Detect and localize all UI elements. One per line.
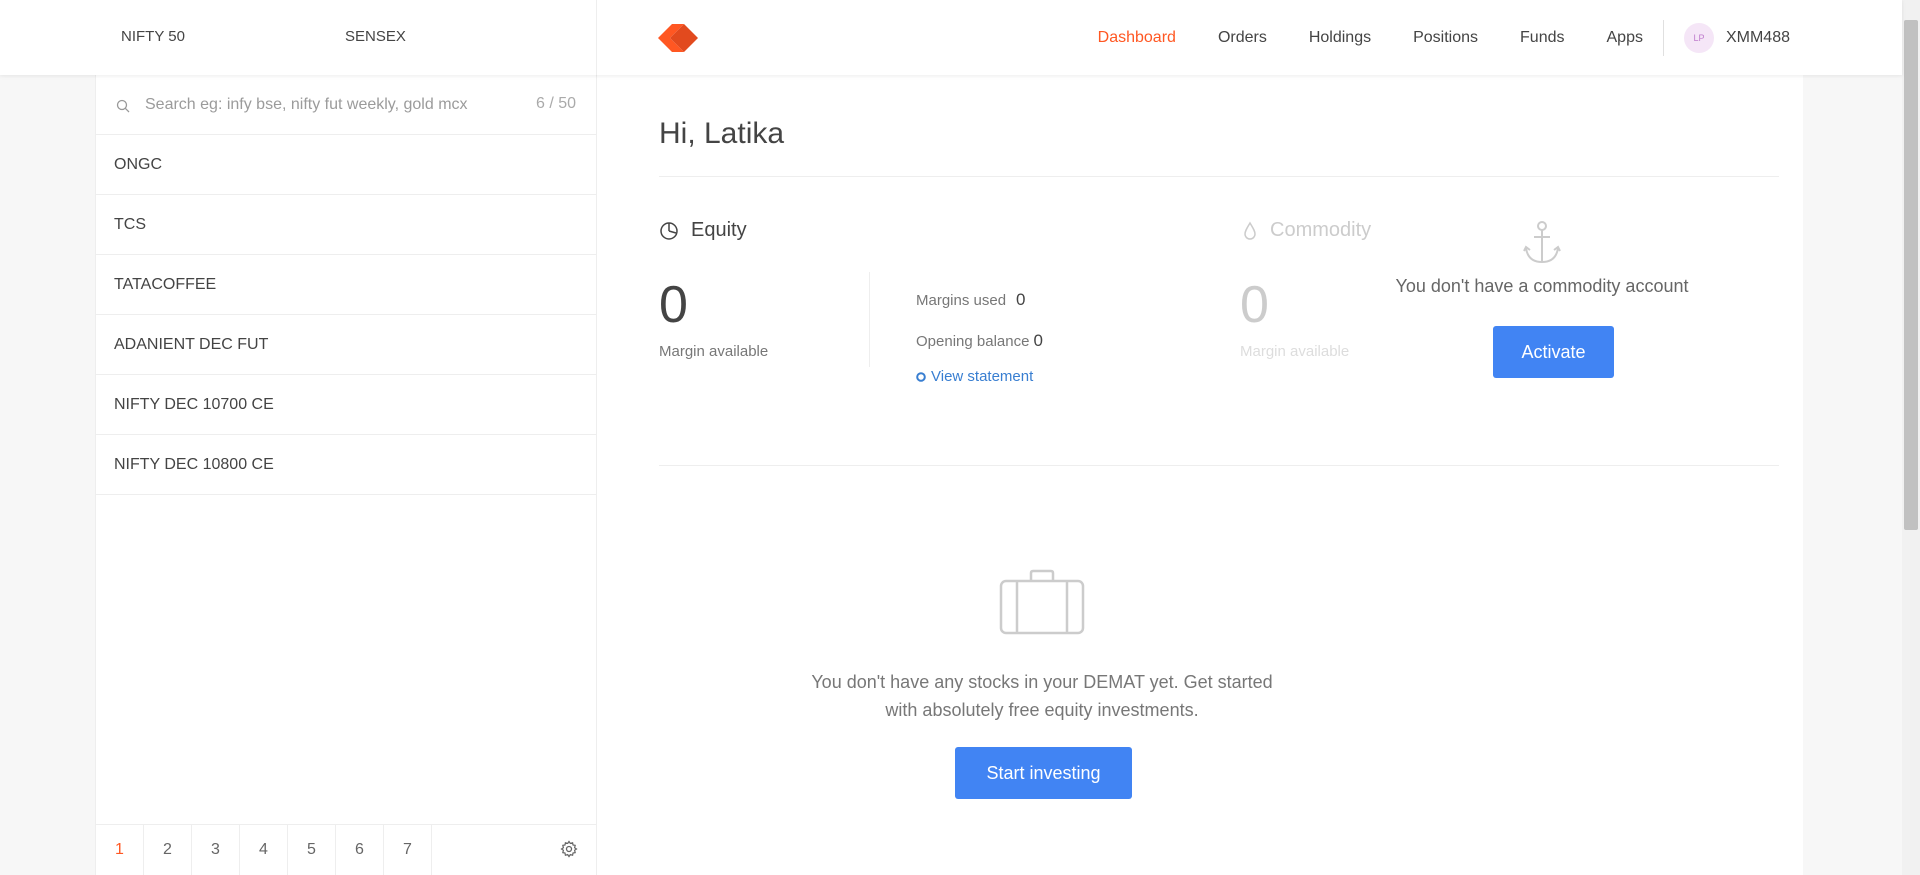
watchlist-tab-1[interactable]: 1 — [96, 825, 144, 875]
scrollbar-thumb[interactable] — [1904, 20, 1918, 530]
commodity-activation-overlay: You don't have a commodity account Activ… — [1357, 220, 1727, 378]
watchlist-tab-5[interactable]: 5 — [288, 825, 336, 875]
equity-margin-available-value: 0 — [659, 276, 688, 334]
margins-used-value: 0 — [1016, 290, 1026, 309]
top-header: NIFTY 50 SENSEX Dashboard Orders Holding… — [0, 0, 1902, 75]
dashboard-main: Hi, Latika Equity 0 Margin available Mar… — [597, 75, 1803, 875]
watchlist-count: 6 / 50 — [535, 95, 576, 112]
opening-balance: Opening balance 0 — [916, 331, 1043, 351]
nav-positions[interactable]: Positions — [1413, 29, 1478, 47]
equity-separator — [869, 272, 870, 367]
view-statement-link[interactable]: View statement — [916, 368, 1033, 385]
nav-holdings[interactable]: Holdings — [1309, 29, 1371, 47]
watchlist-tab-2[interactable]: 2 — [144, 825, 192, 875]
watchlist-tab-3[interactable]: 3 — [192, 825, 240, 875]
nav-apps[interactable]: Apps — [1607, 29, 1643, 47]
user-menu[interactable]: LP XMM488 — [1683, 22, 1790, 53]
gear-icon[interactable] — [560, 840, 578, 858]
watchlist-tab-4[interactable]: 4 — [240, 825, 288, 875]
index-sensex[interactable]: SENSEX — [345, 28, 406, 45]
margins-used-label: Margins used — [916, 292, 1007, 309]
drop-icon — [1244, 221, 1256, 240]
nav-funds[interactable]: Funds — [1520, 29, 1564, 47]
user-id[interactable]: XMM488 — [1726, 29, 1790, 47]
nav-dashboard[interactable]: Dashboard — [1098, 29, 1176, 47]
commodity-title: Commodity — [1270, 219, 1372, 241]
market-indices: NIFTY 50 SENSEX — [95, 0, 597, 75]
scrollbar[interactable] — [1902, 0, 1920, 875]
page-title: Hi, Latika — [659, 117, 785, 150]
main-nav: Dashboard Orders Holdings Positions Fund… — [1056, 0, 1790, 75]
activate-button[interactable]: Activate — [1493, 326, 1614, 378]
start-investing-button[interactable]: Start investing — [955, 747, 1132, 799]
opening-balance-label: Opening balance — [916, 333, 1030, 350]
commodity-message: You don't have a commodity account — [1395, 276, 1689, 296]
nav-separator — [1662, 19, 1664, 56]
suitcase-icon — [999, 569, 1085, 635]
index-nifty50[interactable]: NIFTY 50 — [121, 28, 185, 45]
anchor-icon — [1523, 221, 1561, 264]
search-input[interactable] — [145, 91, 525, 119]
divider — [659, 465, 1779, 466]
search-bar: 6 / 50 — [96, 75, 596, 135]
margins-used: Margins used 0 — [916, 290, 1026, 310]
view-statement-label: View statement — [931, 368, 1034, 385]
watchlist-item-nifty-dec-10800-ce[interactable]: NIFTY DEC 10800 CE — [96, 435, 596, 495]
statement-icon — [916, 371, 926, 382]
watchlist-item-tatacoffee[interactable]: TATACOFFEE — [96, 255, 596, 315]
watchlist-tab-7[interactable]: 7 — [384, 825, 432, 875]
nav-orders[interactable]: Orders — [1218, 29, 1267, 47]
equity-title: Equity — [691, 219, 747, 241]
equity-margin-available-label: Margin available — [659, 343, 769, 360]
pie-chart-icon — [660, 221, 678, 240]
divider — [659, 176, 1779, 177]
watchlist-pager: 1 2 3 4 5 6 7 — [96, 824, 596, 875]
watchlist-item-adanient-dec-fut[interactable]: ADANIENT DEC FUT — [96, 315, 596, 375]
commodity-section-title: Commodity — [1242, 219, 1371, 242]
empty-holdings-message: You don't have any stocks in your DEMAT … — [811, 672, 1273, 720]
avatar[interactable]: LP — [1683, 22, 1714, 53]
commodity-margin-available-value: 0 — [1240, 276, 1269, 334]
kite-logo-icon[interactable] — [658, 24, 698, 52]
watchlist-tab-6[interactable]: 6 — [336, 825, 384, 875]
opening-balance-value: 0 — [1033, 331, 1043, 350]
commodity-margin-available-label: Margin available — [1240, 343, 1350, 360]
watchlist-item-tcs[interactable]: TCS — [96, 195, 596, 255]
search-icon — [116, 99, 130, 113]
watchlist-item-nifty-dec-10700-ce[interactable]: NIFTY DEC 10700 CE — [96, 375, 596, 435]
marketwatch-sidebar: 6 / 50 ONGC TCS TATACOFFEE ADANIENT DEC … — [95, 75, 597, 875]
equity-section-title: Equity — [659, 219, 747, 242]
watchlist-item-ongc[interactable]: ONGC — [96, 135, 596, 195]
